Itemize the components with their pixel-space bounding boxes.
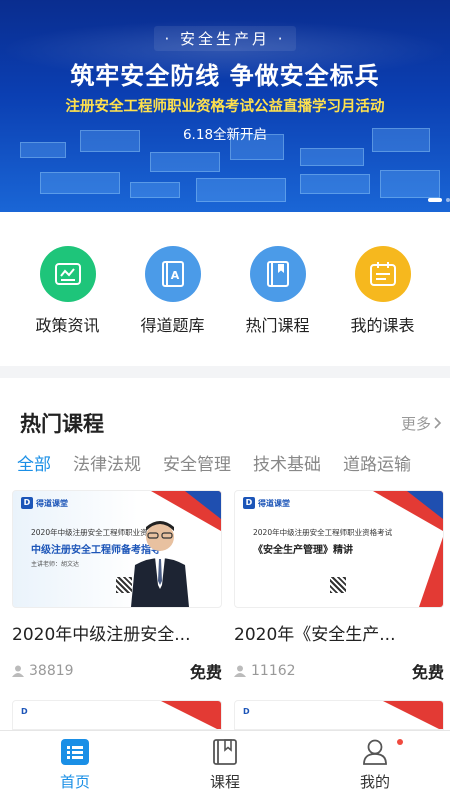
quick-item-label: 我的课表	[350, 316, 415, 335]
profile-icon	[363, 739, 387, 765]
thumb-logo: D	[21, 707, 28, 716]
notification-dot	[397, 739, 403, 745]
course-card[interactable]: D 得道课堂 2020年中级注册安全工程师职业资格考试 中级注册安全工程师备考指导…	[12, 490, 222, 683]
thumb-corner-decoration	[161, 701, 221, 729]
thumb-logo: D 得道课堂	[243, 497, 290, 509]
more-link[interactable]: 更多	[401, 413, 442, 434]
view-count: 11162	[234, 663, 296, 679]
course-price: 免费	[189, 663, 222, 682]
quick-item-label: 热门课程	[245, 316, 310, 335]
pagination-dot-active[interactable]	[428, 198, 442, 202]
chevron-right-icon	[434, 417, 442, 429]
section-title: 热门课程	[20, 412, 104, 436]
view-count: 38819	[12, 663, 74, 679]
course-card-peek[interactable]: D	[12, 700, 222, 730]
banner-headline: 筑牢安全防线 争做安全标兵	[70, 62, 380, 90]
course-meta: 11162 免费	[234, 659, 444, 683]
thumb-corner-decoration	[383, 701, 443, 729]
quick-item-hot-courses[interactable]: 热门课程	[234, 212, 322, 366]
tab-courses[interactable]: 课程	[150, 731, 300, 800]
quick-item-question-bank[interactable]: A 得道题库	[129, 212, 217, 366]
thumb-line1: 2020年中级注册安全工程师职业资格考试	[253, 528, 393, 537]
category-tab-road-transport[interactable]: 道路运输	[343, 450, 411, 475]
category-tab-technical-basics[interactable]: 技术基础	[253, 450, 321, 475]
course-thumbnail[interactable]: D 得道课堂 2020年中级注册安全工程师职业资格考试 中级注册安全工程师备考指导…	[12, 490, 222, 608]
banner-subtitle: 注册安全工程师职业资格考试公益直播学习月活动	[65, 99, 385, 115]
category-tabs: 全部 法律法规 安全管理 技术基础 道路运输	[17, 450, 411, 475]
quick-item-label: 得道题库	[140, 316, 205, 335]
course-icon	[213, 739, 237, 765]
category-tab-safety-management[interactable]: 安全管理	[163, 450, 231, 475]
tab-home[interactable]: 首页	[0, 731, 150, 800]
tab-label: 我的	[359, 773, 390, 791]
course-thumbnail[interactable]: D	[234, 700, 444, 730]
quick-menu: 政策资讯 A 得道题库 热门课程 我的课表	[0, 212, 450, 366]
course-card[interactable]: D 得道课堂 2020年中级注册安全工程师职业资格考试 《安全生产管理》精讲 20…	[234, 490, 444, 683]
question-bank-icon: A	[144, 246, 201, 302]
svg-text:A: A	[170, 269, 179, 282]
banner-date: 6.18全新开启	[182, 127, 268, 143]
thumb-corner-decoration	[419, 537, 443, 607]
promo-banner[interactable]: · 安全生产月 · 筑牢安全防线 争做安全标兵 注册安全工程师职业资格考试公益直…	[0, 0, 450, 212]
course-title[interactable]: 2020年《安全生产...	[234, 620, 444, 645]
course-title[interactable]: 2020年中级注册安全...	[12, 620, 222, 645]
category-tab-all[interactable]: 全部	[17, 450, 51, 475]
category-tab-law[interactable]: 法律法规	[73, 450, 141, 475]
thumb-teacher: 主讲老师：胡文达	[31, 561, 80, 568]
teacher-photo	[131, 521, 189, 607]
thumb-line2: 《安全生产管理》精讲	[253, 545, 353, 556]
section-header: 热门课程 更多	[20, 408, 442, 438]
quick-item-label: 政策资讯	[35, 316, 100, 335]
course-thumbnail[interactable]: D 得道课堂 2020年中级注册安全工程师职业资格考试 《安全生产管理》精讲	[234, 490, 444, 608]
user-icon	[234, 665, 246, 677]
course-price: 免费	[411, 663, 444, 682]
course-card-peek[interactable]: D	[234, 700, 444, 730]
course-thumbnail[interactable]: D	[12, 700, 222, 730]
quick-item-my-schedule[interactable]: 我的课表	[339, 212, 427, 366]
thumb-logo: D 得道课堂	[21, 497, 68, 509]
hot-courses-section: 热门课程 更多 全部 法律法规 安全管理 技术基础 道路运输 D 得道课堂 202…	[0, 378, 450, 730]
tab-label: 课程	[209, 773, 240, 791]
qr-code-icon	[330, 577, 346, 593]
user-icon	[12, 665, 24, 677]
tab-profile[interactable]: 我的	[300, 731, 450, 800]
more-label: 更多	[400, 414, 431, 433]
bottom-tab-bar: 首页 课程 我的	[0, 730, 450, 800]
home-icon	[61, 739, 89, 765]
schedule-icon	[354, 246, 411, 302]
news-icon	[39, 246, 96, 302]
banner-month: · 安全生产月 ·	[0, 26, 450, 51]
thumb-logo: D	[243, 707, 250, 716]
pagination-dot[interactable]	[446, 198, 450, 202]
book-icon	[249, 246, 306, 302]
thumb-corner-decoration	[407, 491, 443, 519]
quick-item-policy-news[interactable]: 政策资讯	[24, 212, 112, 366]
tab-label: 首页	[59, 773, 90, 791]
banner-pagination[interactable]	[428, 198, 450, 202]
course-meta: 38819 免费	[12, 659, 222, 683]
